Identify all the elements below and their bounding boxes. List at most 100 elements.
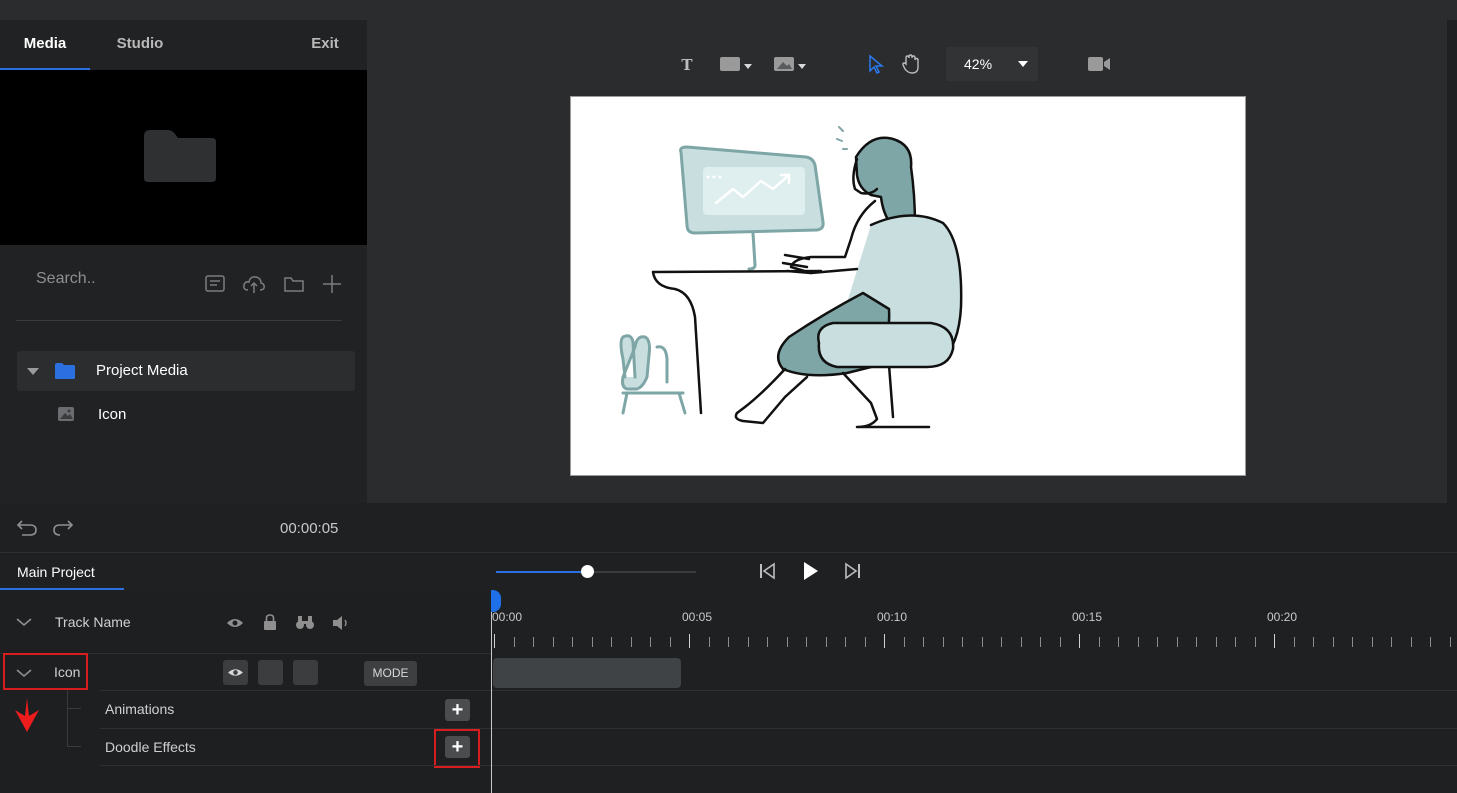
select-pointer-icon[interactable] — [867, 53, 885, 75]
chevron-down-icon — [1018, 61, 1028, 67]
ruler-tick — [806, 637, 807, 647]
add-animation-button[interactable]: + — [445, 699, 470, 721]
search-underline — [16, 320, 342, 321]
doodle-effects-row-label: Doodle Effects — [105, 739, 196, 755]
shape-tool-icon[interactable] — [719, 53, 755, 75]
ruler-tick — [864, 637, 866, 647]
icon-clip[interactable] — [493, 658, 681, 688]
exit-button[interactable]: Exit — [290, 20, 360, 70]
add-icon[interactable] — [320, 272, 344, 296]
lock-icon[interactable] — [262, 613, 278, 631]
ruler-tick — [689, 634, 690, 648]
solo-toggle[interactable] — [293, 660, 318, 685]
zoom-value: 42% — [964, 56, 993, 72]
ruler-tick — [1040, 637, 1041, 647]
mode-button[interactable]: MODE — [364, 661, 417, 686]
tab-main-project[interactable]: Main Project — [0, 555, 124, 590]
ruler-tick — [884, 634, 885, 648]
ruler-tick — [825, 637, 827, 647]
project-media-label: Project Media — [96, 362, 188, 379]
row-separator — [492, 765, 1457, 766]
tab-media[interactable]: Media — [0, 20, 90, 70]
ruler-label: 00:15 — [1072, 610, 1103, 624]
speaker-icon[interactable] — [331, 614, 351, 632]
svg-text:T: T — [681, 56, 693, 74]
binoculars-icon[interactable] — [295, 613, 315, 631]
ruler-tick — [767, 637, 768, 647]
zoom-dropdown[interactable]: 42% — [946, 47, 1038, 81]
search-input[interactable]: Search.. — [36, 270, 96, 288]
new-folder-icon[interactable] — [282, 272, 306, 296]
ruler-label: 00:05 — [682, 610, 713, 624]
ruler-tick — [1332, 637, 1334, 647]
skip-back-icon[interactable] — [758, 562, 778, 580]
row-separator — [100, 765, 491, 766]
timeline-ruler[interactable]: 00:00 00:05 00:10 00:15 00:20 — [492, 590, 1457, 654]
skip-forward-icon[interactable] — [842, 562, 862, 580]
redo-icon[interactable] — [52, 516, 74, 538]
ruler-tick — [903, 637, 905, 647]
red-arrow-annotation — [15, 698, 39, 732]
media-panel: Media Studio Exit Search.. Project Media… — [0, 20, 367, 503]
ruler-tick — [981, 637, 983, 647]
ruler-tick — [1274, 634, 1275, 648]
ruler-tick — [533, 637, 534, 647]
lock-toggle[interactable] — [258, 660, 283, 685]
ruler-tick — [845, 637, 846, 647]
ruler-tick — [1391, 637, 1392, 647]
ruler-tick — [1176, 637, 1178, 647]
ruler-tick — [942, 637, 944, 647]
caret-down-icon[interactable] — [27, 368, 39, 375]
ruler-tick — [1001, 637, 1002, 647]
undo-icon[interactable] — [16, 516, 38, 538]
ruler-tick — [650, 637, 651, 647]
tab-studio[interactable]: Studio — [95, 20, 185, 70]
ruler-tick — [513, 637, 515, 647]
camera-icon[interactable] — [1087, 53, 1111, 75]
ruler-tick — [786, 637, 788, 647]
project-media-folder[interactable]: Project Media — [17, 351, 355, 391]
ruler-tick — [1157, 637, 1158, 647]
eye-icon[interactable] — [226, 615, 244, 631]
scrub-slider-handle[interactable] — [581, 565, 594, 578]
tree-line — [67, 708, 81, 709]
ruler-tick — [1430, 637, 1431, 647]
ruler-tick — [1196, 637, 1197, 647]
ruler-tick — [1254, 637, 1256, 647]
folder-icon — [55, 363, 75, 379]
ruler-tick — [1293, 637, 1295, 647]
ruler-tick — [1410, 637, 1412, 647]
ruler-tick — [708, 637, 710, 647]
row-separator — [492, 690, 1457, 691]
ruler-tick — [552, 637, 554, 647]
ruler-tick — [1118, 637, 1119, 647]
ruler-tick — [1059, 637, 1061, 647]
eye-icon — [228, 669, 243, 676]
stage-canvas[interactable] — [570, 96, 1246, 476]
transport-bar — [0, 503, 1457, 553]
hand-pan-icon[interactable] — [901, 53, 921, 75]
ruler-tick — [923, 637, 924, 647]
playhead-line[interactable] — [491, 590, 492, 793]
media-item-icon[interactable]: Icon — [98, 406, 126, 423]
row-separator — [100, 728, 491, 729]
animations-row-label: Animations — [105, 701, 175, 717]
play-icon[interactable] — [800, 560, 820, 582]
text-tool-icon[interactable]: T — [679, 53, 695, 75]
ruler-tick — [630, 637, 632, 647]
image-tool-icon[interactable] — [773, 53, 809, 75]
ruler-tick — [1449, 637, 1451, 647]
ruler-tick — [962, 637, 963, 647]
chevron-down-icon[interactable] — [15, 615, 33, 629]
notes-icon[interactable] — [203, 272, 227, 296]
ruler-tick — [1215, 637, 1217, 647]
ruler-tick — [611, 637, 612, 647]
ruler-label: 00:20 — [1267, 610, 1298, 624]
upload-cloud-icon[interactable] — [242, 272, 266, 296]
folder-icon — [144, 130, 216, 182]
highlight-box — [434, 729, 480, 768]
ruler-tick — [591, 637, 593, 647]
ruler-label: 00:10 — [877, 610, 908, 624]
person-at-computer-illustration[interactable] — [571, 97, 1247, 477]
visibility-toggle[interactable] — [223, 660, 248, 685]
